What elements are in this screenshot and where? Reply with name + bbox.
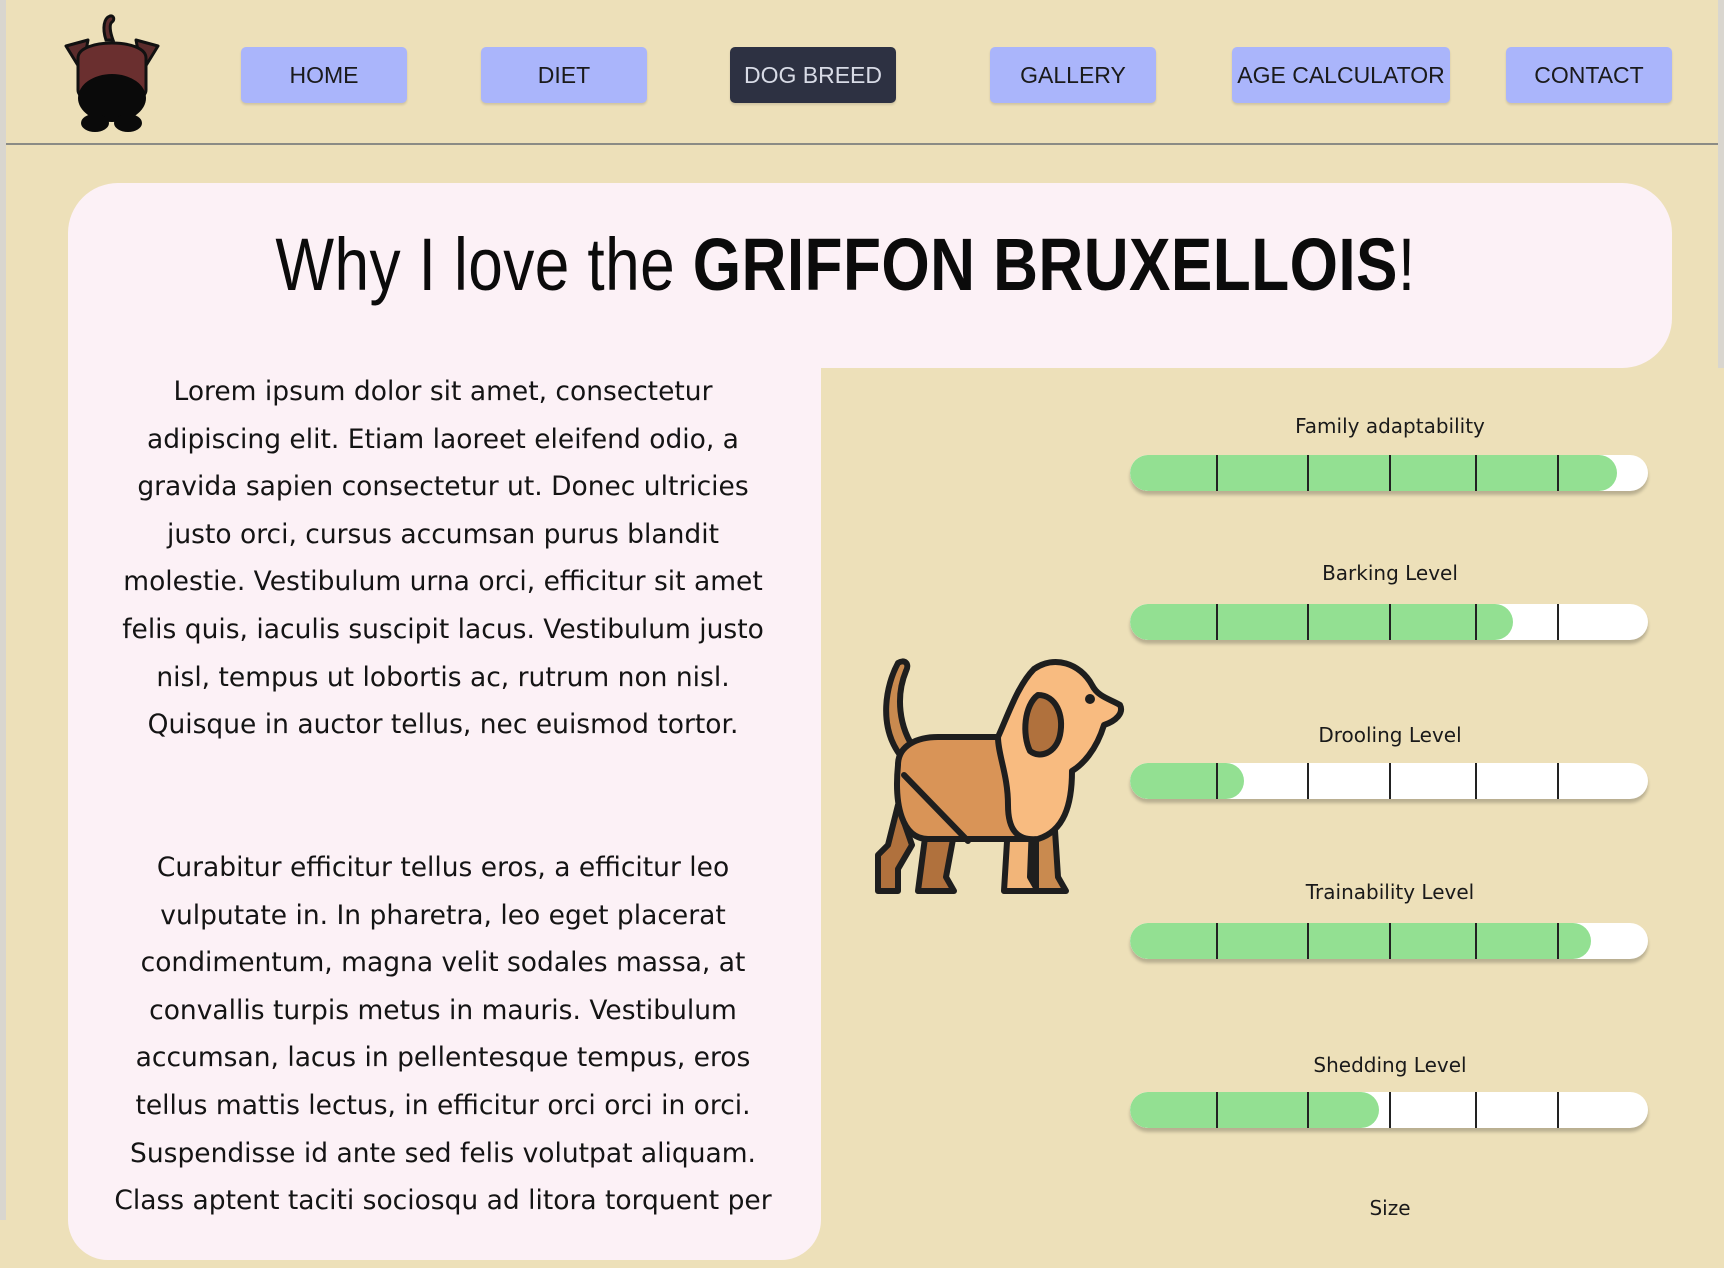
stat-bar-fill [1130, 455, 1617, 491]
nav-home-button[interactable]: HOME [241, 47, 407, 103]
stat-bar-barking-level [1130, 604, 1648, 640]
stat-label-trainability-level: Trainability Level [1305, 880, 1475, 904]
stat-label-size: Size [1369, 1196, 1411, 1220]
stat-label-barking-level: Barking Level [1322, 561, 1458, 585]
stat-bar-fill [1130, 1092, 1379, 1128]
dog-head-icon [64, 14, 160, 132]
nav-diet-button[interactable]: DIET [481, 47, 647, 103]
nav-age-calculator-button[interactable]: AGE CALCULATOR [1232, 47, 1450, 103]
stat-label-family-adaptability: Family adaptability [1295, 414, 1485, 438]
stat-bar-shedding-level [1130, 1092, 1648, 1128]
stat-label-drooling-level: Drooling Level [1318, 723, 1462, 747]
logo[interactable] [58, 10, 168, 140]
stat-bar-drooling-level [1130, 763, 1648, 799]
header-divider [6, 143, 1718, 145]
page-title: Why I love the GRIFFON BRUXELLOIS! [275, 223, 1416, 306]
stat-bar-trainability-level [1130, 923, 1648, 959]
stat-bar-fill [1130, 763, 1244, 799]
nav-dog-breed-button[interactable]: DOG BREED [730, 47, 896, 103]
paragraph-2: Curabitur efficitur tellus eros, a effic… [114, 852, 772, 1217]
stat-label-shedding-level: Shedding Level [1313, 1053, 1467, 1077]
stat-bar-fill [1130, 923, 1592, 959]
nav-gallery-button[interactable]: GALLERY [990, 47, 1156, 103]
paragraph-1: Lorem ipsum dolor sit amet, consectetur … [122, 376, 764, 741]
breed-name: GRIFFON BRUXELLOIS [692, 223, 1398, 306]
stat-bar-fill [1130, 604, 1514, 640]
dog-illustration-icon [875, 658, 1124, 894]
stat-bar-family-adaptability [1130, 455, 1648, 491]
dog-illustration [858, 655, 1128, 905]
nav-contact-button[interactable]: CONTACT [1506, 47, 1672, 103]
